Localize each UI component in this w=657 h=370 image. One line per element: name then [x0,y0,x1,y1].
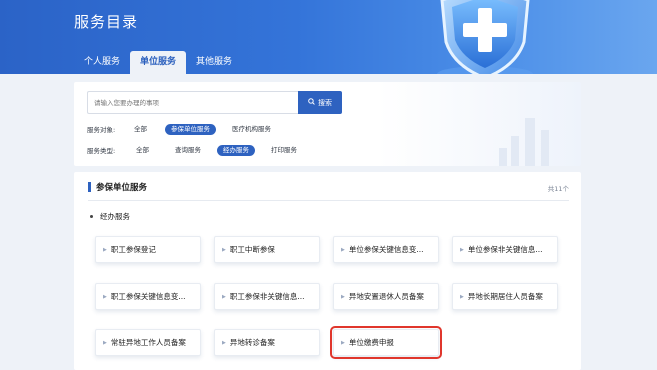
header-banner: 服务目录 个人服务 单位服务 其他服务 [0,0,657,74]
search-button[interactable]: 搜索 [298,91,342,114]
arrow-right-icon: ▶ [341,293,345,300]
type-option-print[interactable]: 打印服务 [265,145,303,156]
arrow-right-icon: ▶ [460,293,464,300]
type-option-query[interactable]: 查询服务 [169,145,207,156]
service-card[interactable]: ▶ 异地安置退休人员备案 [333,283,439,310]
service-card[interactable]: ▶ 异地长期居住人员备案 [452,283,558,310]
target-option-all[interactable]: 全部 [128,124,153,135]
service-card-label: 异地转诊备案 [229,338,275,347]
service-card[interactable]: ▶ 职工参保登记 [95,236,201,263]
shield-cross-icon [420,0,550,74]
tab-personal-services[interactable]: 个人服务 [74,51,130,74]
arrow-right-icon: ▶ [222,339,226,346]
service-card-label: 异地安置退休人员备案 [348,292,424,301]
type-option-handling[interactable]: 经办服务 [217,144,255,156]
search-input[interactable] [87,91,298,114]
service-target-label: 服务对象: [87,126,116,134]
service-target-filter: 服务对象: 全部 参保单位服务 医疗机构服务 [87,123,285,135]
arrow-right-icon: ▶ [222,293,226,300]
service-card[interactable]: ▶ 异地转诊备案 [214,329,320,356]
target-option-medical-institution[interactable]: 医疗机构服务 [226,124,277,135]
service-list-panel: 参保单位服务 共11个 经办服务 ▶ 职工参保登记 ▶ 职工中断参保 ▶ 单位参… [74,172,581,370]
decorative-bars [499,106,559,166]
service-card-highlighted[interactable]: ▶ 单位缴费申报 [330,326,442,359]
tab-unit-services[interactable]: 单位服务 [130,51,187,74]
section-accent-bar [88,182,91,192]
service-card-label: 单位参保关键信息变... [348,245,424,254]
arrow-right-icon: ▶ [103,339,107,346]
arrow-right-icon: ▶ [341,339,345,346]
service-card[interactable]: ▶ 职工参保非关键信息... [214,283,320,310]
service-card-label: 单位缴费申报 [348,338,394,347]
arrow-right-icon: ▶ [222,246,226,253]
service-tabs: 个人服务 单位服务 其他服务 [74,51,242,74]
service-type-filter: 服务类型: 全部 查询服务 经办服务 打印服务 [87,144,311,156]
page-title: 服务目录 [74,13,139,31]
service-card-label: 职工参保关键信息变... [110,292,186,301]
service-card[interactable]: ▶ 职工参保关键信息变... [95,283,201,310]
filter-panel: 搜索 服务对象: 全部 参保单位服务 医疗机构服务 服务类型: 全部 查询服务 … [74,82,581,166]
service-card[interactable]: ▶ 单位参保关键信息变... [333,236,439,263]
section-title: 参保单位服务 [96,183,148,193]
type-option-all[interactable]: 全部 [130,145,155,156]
service-card-label: 职工参保非关键信息... [229,292,305,301]
tab-other-services[interactable]: 其他服务 [186,51,242,74]
service-card-label: 常驻异地工作人员备案 [110,338,186,347]
arrow-right-icon: ▶ [460,246,464,253]
service-count: 共11个 [547,185,569,193]
section-divider [88,200,569,201]
search-icon [308,98,315,107]
service-card[interactable]: ▶ 职工中断参保 [214,236,320,263]
service-type-label: 服务类型: [87,147,116,155]
bullet-dot-icon [90,215,93,218]
arrow-right-icon: ▶ [103,246,107,253]
service-card[interactable]: ▶ 常驻异地工作人员备案 [95,329,201,356]
service-card-label: 职工中断参保 [229,245,275,254]
subsection-title: 经办服务 [100,212,130,221]
arrow-right-icon: ▶ [103,293,107,300]
service-card-label: 职工参保登记 [110,245,156,254]
search-button-label: 搜索 [318,98,332,107]
target-option-insured-unit[interactable]: 参保单位服务 [165,123,216,135]
service-card-label: 单位参保非关键信息... [467,245,543,254]
arrow-right-icon: ▶ [341,246,345,253]
service-card-label: 异地长期居住人员备案 [467,292,543,301]
service-card[interactable]: ▶ 单位参保非关键信息... [452,236,558,263]
